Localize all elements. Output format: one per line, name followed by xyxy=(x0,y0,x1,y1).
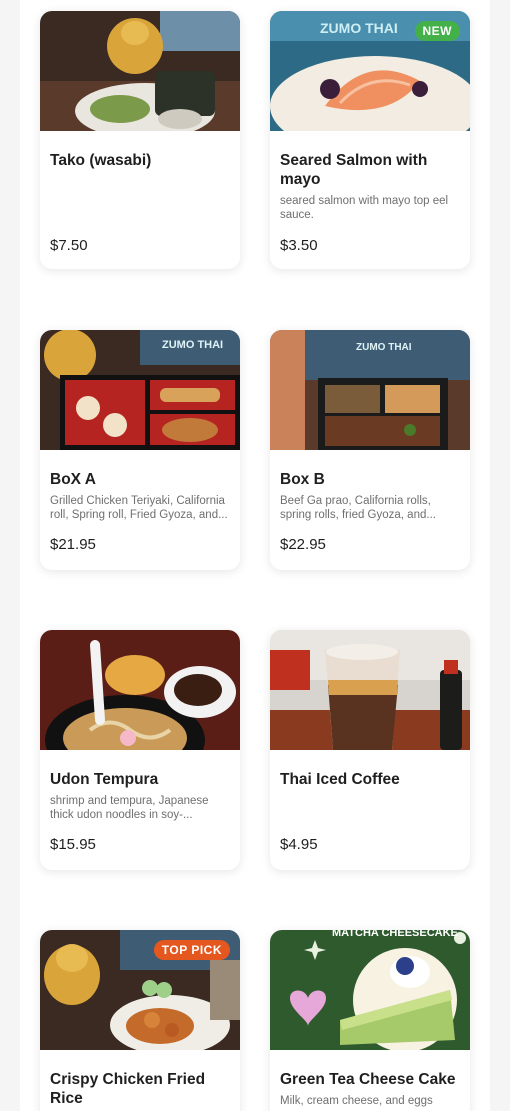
new-badge: NEW xyxy=(414,21,460,41)
item-price: $7.50 xyxy=(50,237,88,254)
item-description: shrimp and tempura, Japanese thick udon … xyxy=(50,795,209,821)
image-logo-text: ZUMO THAI xyxy=(320,20,398,36)
food-photo xyxy=(40,630,240,750)
menu-item-card[interactable]: Udon Tempura shrimp and tempura, Japanes… xyxy=(40,630,240,870)
item-description: Grilled Chicken Teriyaki, California rol… xyxy=(50,495,228,521)
item-name: Green Tea Cheese Cake xyxy=(280,1071,456,1088)
food-photo xyxy=(40,11,240,131)
image-logo-text: ZUMO THAI xyxy=(356,342,412,353)
item-description: Beef Ga prao, California rolls, spring r… xyxy=(280,495,436,521)
menu-item-card[interactable]: ZUMO THAI NEW Seared Salmon with mayo se… xyxy=(270,11,470,269)
item-price: $21.95 xyxy=(50,536,96,553)
item-name: Udon Tempura xyxy=(50,771,159,788)
menu-item-card[interactable]: MATCHA CHEESECAKE Green Tea Cheese Cake … xyxy=(270,930,470,1111)
food-photo xyxy=(270,630,470,750)
menu-item-card[interactable]: TOP PICK Crispy Chicken Fried Rice xyxy=(40,930,240,1111)
menu-grid: Tako (wasabi) $7.50 ZUMO THAI NEW Seared… xyxy=(20,0,490,1111)
item-price: $15.95 xyxy=(50,836,96,853)
image-logo-text: MATCHA CHEESECAKE xyxy=(332,930,458,939)
item-price: $3.50 xyxy=(280,237,318,254)
top-pick-badge: TOP PICK xyxy=(153,940,230,960)
item-name: Box B xyxy=(280,471,325,488)
food-photo: ZUMO THAI xyxy=(40,330,240,450)
image-logo-text: ZUMO THAI xyxy=(162,339,223,351)
food-photo: MATCHA CHEESECAKE xyxy=(270,930,470,1050)
item-description: Milk, cream cheese, and eggs xyxy=(280,1095,433,1107)
item-name: BoX A xyxy=(50,471,96,488)
food-photo: ZUMO THAI xyxy=(270,330,470,450)
item-name: Thai Iced Coffee xyxy=(280,771,400,788)
item-price: $22.95 xyxy=(280,536,326,553)
item-name: Crispy Chicken Fried Rice xyxy=(50,1071,206,1107)
menu-item-card[interactable]: ZUMO THAI Box B Beef Ga prao, California… xyxy=(270,330,470,570)
menu-item-card[interactable]: Thai Iced Coffee $4.95 xyxy=(270,630,470,870)
item-name: Seared Salmon with mayo xyxy=(280,152,428,188)
menu-item-card[interactable]: Tako (wasabi) $7.50 xyxy=(40,11,240,269)
menu-item-card[interactable]: ZUMO THAI BoX A Grilled Chicken Teriyaki… xyxy=(40,330,240,570)
item-description: seared salmon with mayo top eel sauce. xyxy=(280,195,449,221)
item-price: $4.95 xyxy=(280,836,318,853)
item-name: Tako (wasabi) xyxy=(50,152,152,169)
